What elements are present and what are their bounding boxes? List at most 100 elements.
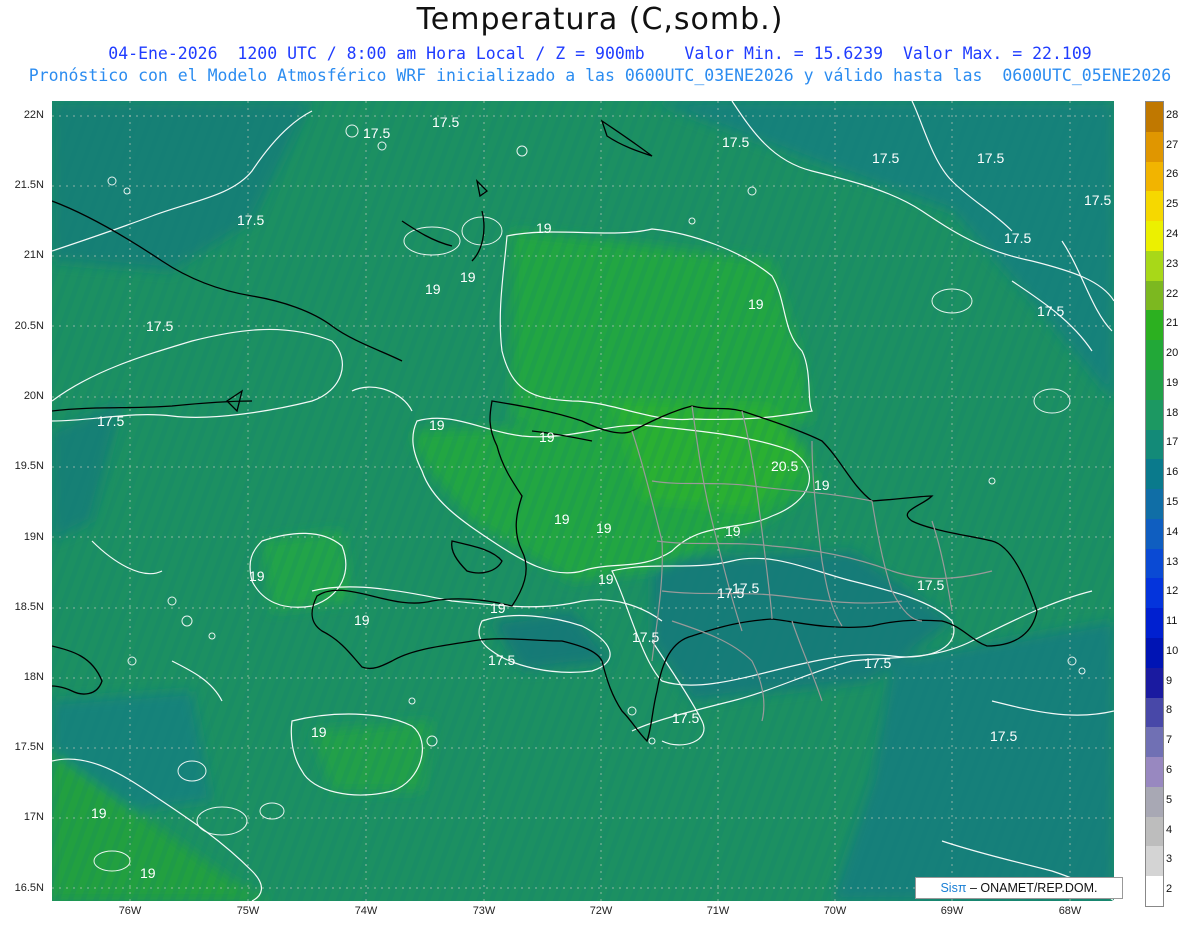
- lat-label: 18N: [23, 671, 44, 683]
- colorbar-label: 3: [1166, 853, 1173, 866]
- lon-label: 73W: [472, 905, 496, 917]
- colorbar-label: 14: [1166, 525, 1179, 538]
- credit-text: – ONAMET/REP.DOM.: [966, 881, 1098, 895]
- contour-label: 19: [725, 523, 741, 539]
- contour-label: 19: [249, 568, 265, 584]
- colorbar-label: 16: [1166, 466, 1179, 479]
- colorbar-swatch: [1146, 340, 1163, 371]
- colorbar-swatch: [1146, 876, 1163, 907]
- colorbar-swatch: [1146, 608, 1163, 639]
- colorbar-swatch: [1146, 429, 1163, 460]
- colorbar-label: 11: [1166, 615, 1178, 628]
- contour-label: 17.5: [488, 652, 515, 668]
- contour-label: 20.5: [771, 458, 798, 474]
- contour-label: 19: [354, 612, 370, 628]
- colorbar-label: 13: [1166, 555, 1179, 568]
- colorbar-swatch: [1146, 280, 1163, 311]
- contour-label: 19: [311, 724, 327, 740]
- colorbar-label: 28: [1166, 108, 1179, 121]
- contour-label: 19: [539, 429, 555, 445]
- colorbar-swatch: [1146, 518, 1163, 550]
- colorbar-swatch: [1146, 489, 1163, 520]
- contour-label: 19: [596, 520, 612, 536]
- contour-label: 19: [536, 220, 552, 236]
- contour-label: 17.5: [1084, 192, 1111, 208]
- map-title: Temperatura (C,somb.): [416, 2, 784, 37]
- lon-label: 70W: [823, 905, 847, 917]
- lat-label: 17.5N: [14, 741, 44, 753]
- temperature-map: 17.5 17.5 17.5 17.5 17.5 17.5 17.5 17.5 …: [52, 101, 1114, 901]
- contour-label: 17.5: [872, 150, 899, 166]
- lon-label: 71W: [706, 905, 730, 917]
- colorbar-swatch: [1146, 131, 1163, 163]
- contour-label: 17.5: [632, 629, 659, 645]
- colorbar-swatch: [1146, 221, 1163, 252]
- contour-label: 19: [460, 269, 476, 285]
- colorbar-swatch: [1146, 846, 1163, 877]
- contour-label: 17.5: [717, 585, 744, 601]
- colorbar-label: 18: [1166, 406, 1179, 419]
- contour-label: 17.5: [237, 212, 264, 228]
- colorbar-swatch: [1146, 399, 1163, 431]
- colorbar-swatch: [1146, 578, 1163, 609]
- contour-label: 17.5: [97, 413, 124, 429]
- colorbar-label: 7: [1166, 734, 1173, 747]
- colorbar-swatch: [1146, 757, 1163, 788]
- colorbar-label: 12: [1166, 585, 1179, 598]
- subtitle-forecast-time: 04-Ene-2026 1200 UTC / 8:00 am Hora Loca…: [108, 44, 1092, 63]
- lon-label: 75W: [236, 905, 260, 917]
- contour-label: 19: [598, 571, 614, 587]
- contour-label: 17.5: [363, 125, 390, 141]
- colorbar-swatch: [1146, 459, 1163, 490]
- colorbar-swatch: [1146, 727, 1163, 758]
- contour-label: 17.5: [672, 710, 699, 726]
- contour-label: 17.5: [917, 577, 944, 593]
- contour-label: 17.5: [977, 150, 1004, 166]
- lat-label: 18.5N: [14, 601, 44, 613]
- lon-label: 76W: [118, 905, 142, 917]
- colorbar-label: 8: [1166, 704, 1173, 717]
- colorbar-label: 17: [1166, 436, 1179, 449]
- credit-box: Sisπ – ONAMET/REP.DOM.: [915, 877, 1123, 899]
- colorbar-label: 6: [1166, 764, 1173, 776]
- colorbar-swatch: [1146, 370, 1163, 401]
- colorbar-label: 23: [1166, 257, 1179, 270]
- contour-label: 17.5: [864, 655, 891, 671]
- temperature-colorbar: [1145, 101, 1164, 907]
- lat-label: 19N: [23, 531, 44, 543]
- colorbar-swatch: [1146, 161, 1163, 192]
- colorbar-label: 19: [1166, 376, 1179, 389]
- colorbar-label: 4: [1166, 823, 1173, 836]
- lon-label: 69W: [940, 905, 964, 917]
- contour-label: 19: [814, 477, 830, 493]
- lat-label: 19.5N: [14, 460, 44, 472]
- contour-label: 19: [425, 281, 441, 297]
- contour-label: 19: [748, 296, 764, 312]
- contour-label: 17.5: [146, 318, 173, 334]
- contour-label: 19: [91, 805, 107, 821]
- colorbar-label: 24: [1166, 228, 1179, 240]
- contour-label: 17.5: [1037, 303, 1064, 319]
- lat-label: 20.5N: [14, 320, 44, 332]
- colorbar-label: 21: [1166, 317, 1179, 330]
- lat-label: 22N: [23, 109, 44, 121]
- contour-label: 19: [429, 417, 445, 433]
- colorbar-swatch: [1146, 638, 1163, 669]
- colorbar-label: 2: [1166, 883, 1173, 896]
- colorbar-label: 10: [1166, 644, 1179, 657]
- lat-label: 21N: [23, 249, 44, 261]
- lat-label: 21.5N: [14, 179, 44, 191]
- colorbar-swatch: [1146, 250, 1163, 282]
- contour-label: 17.5: [432, 114, 459, 130]
- colorbar-swatch: [1146, 786, 1163, 818]
- colorbar-label: 15: [1166, 496, 1179, 508]
- colorbar-label: 22: [1166, 287, 1179, 300]
- lon-label: 74W: [354, 905, 378, 917]
- colorbar-label: 20: [1166, 347, 1179, 360]
- contour-label: 19: [490, 600, 506, 616]
- colorbar-label: 9: [1166, 674, 1173, 687]
- colorbar-label: 26: [1166, 168, 1179, 181]
- colorbar-swatch: [1146, 816, 1163, 847]
- contour-label: 17.5: [1004, 230, 1031, 246]
- colorbar-swatch: [1146, 548, 1163, 579]
